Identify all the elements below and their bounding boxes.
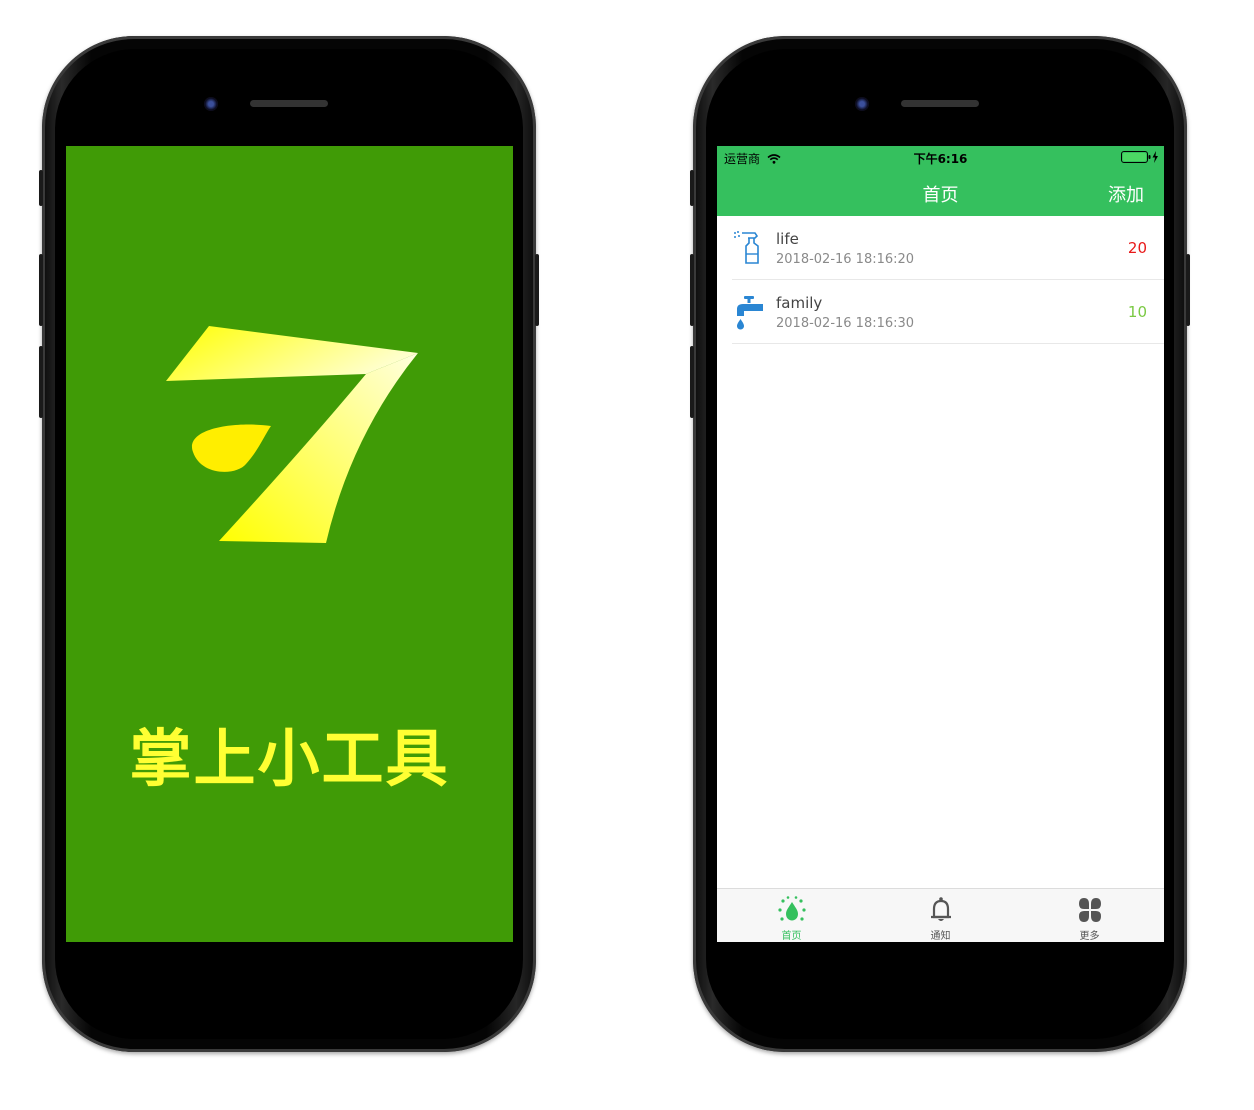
tab-more-label: 更多 bbox=[1079, 931, 1100, 942]
phone-left: 掌上小工具 bbox=[39, 36, 539, 1052]
water-tap-icon bbox=[737, 296, 763, 330]
tab-bar: 首页 通知 更多 bbox=[717, 888, 1164, 942]
list-item[interactable]: life 2018-02-16 18:16:20 20 bbox=[717, 216, 1164, 280]
spray-bottle-icon bbox=[734, 231, 759, 264]
phone-right: 运营商 下午6:16 首页 添加 life 2018-02-16 18:16:2… bbox=[690, 36, 1190, 1052]
earpiece-speaker bbox=[901, 100, 979, 107]
power-button bbox=[535, 254, 539, 326]
mute-switch bbox=[690, 170, 694, 206]
mute-switch bbox=[39, 170, 43, 206]
bell-icon bbox=[931, 897, 951, 921]
list-item[interactable]: family 2018-02-16 18:16:30 10 bbox=[717, 280, 1164, 344]
item-list: life 2018-02-16 18:16:20 20 family 2018-… bbox=[717, 216, 1164, 344]
splash-app-name: 掌上小工具 bbox=[129, 722, 450, 795]
nav-title: 首页 bbox=[922, 185, 959, 206]
clover-grid-icon bbox=[1079, 898, 1101, 922]
front-camera bbox=[204, 97, 218, 111]
earpiece-speaker bbox=[250, 100, 328, 107]
front-camera bbox=[855, 97, 869, 111]
app-logo-icon bbox=[166, 326, 418, 543]
tab-home-label: 首页 bbox=[781, 931, 802, 942]
home-screen: 运营商 下午6:16 首页 添加 life 2018-02-16 18:16:2… bbox=[717, 146, 1164, 942]
volume-down-button bbox=[39, 346, 43, 418]
item-count: 20 bbox=[1127, 239, 1147, 257]
splash-screen: 掌上小工具 bbox=[66, 146, 513, 942]
water-drop-icon bbox=[778, 896, 806, 921]
volume-up-button bbox=[39, 254, 43, 326]
volume-down-button bbox=[690, 346, 694, 418]
status-bar: 运营商 下午6:16 bbox=[717, 146, 1164, 168]
tab-notifications-label: 通知 bbox=[930, 931, 951, 942]
tab-home[interactable]: 首页 bbox=[717, 889, 866, 942]
battery-charging-icon bbox=[1121, 151, 1158, 163]
add-button[interactable]: 添加 bbox=[1108, 181, 1144, 207]
item-count: 10 bbox=[1127, 303, 1147, 321]
nav-bar: 首页 添加 bbox=[717, 168, 1164, 216]
tab-more[interactable]: 更多 bbox=[1015, 889, 1164, 942]
item-time: 2018-02-16 18:16:20 bbox=[776, 252, 915, 267]
item-title: life bbox=[776, 230, 799, 248]
power-button bbox=[1186, 254, 1190, 326]
status-time: 下午6:16 bbox=[913, 152, 968, 166]
item-time: 2018-02-16 18:16:30 bbox=[776, 316, 915, 331]
tab-notifications[interactable]: 通知 bbox=[866, 889, 1015, 942]
item-title: family bbox=[776, 294, 823, 312]
volume-up-button bbox=[690, 254, 694, 326]
